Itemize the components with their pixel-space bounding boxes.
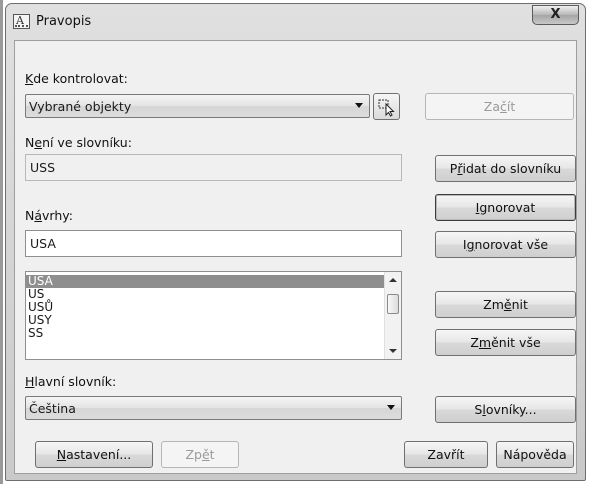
list-scrollbar[interactable] <box>384 272 401 359</box>
main-dictionary-value: Čeština <box>29 400 76 416</box>
scroll-thumb[interactable] <box>387 294 399 314</box>
ignore-button[interactable]: Ignorovat <box>435 194 576 221</box>
chevron-down-icon <box>387 405 395 410</box>
list-item[interactable]: US <box>26 288 401 301</box>
close-window-button[interactable]: X <box>532 5 579 25</box>
not-in-dictionary-label: Není ve slovníku: <box>25 135 132 150</box>
spelling-dialog: A Pravopis X Kde kontrolovat: Vybrané ob… <box>5 3 586 481</box>
list-item[interactable]: USŮ <box>26 301 401 314</box>
list-item[interactable]: USA <box>26 275 401 288</box>
check-where-select[interactable]: Vybrané objekty <box>25 94 370 118</box>
help-button[interactable]: Nápověda <box>496 441 574 468</box>
not-in-dictionary-value: USS <box>30 160 56 175</box>
suggestion-input[interactable]: USA <box>25 230 402 257</box>
background-window-edge <box>0 0 3 484</box>
select-objects-button[interactable] <box>373 93 400 120</box>
suggestion-input-value: USA <box>30 236 56 251</box>
dictionaries-button[interactable]: Sl ovníky... <box>435 396 576 423</box>
main-dictionary-label: Hlavní slovník: <box>25 374 117 389</box>
close-button[interactable]: Zavřít <box>404 441 488 468</box>
undo-button[interactable]: Zp ě t <box>161 441 239 468</box>
change-all-button[interactable]: Zm ěnit vše <box>435 329 576 356</box>
main-dictionary-select[interactable]: Čeština <box>25 396 402 420</box>
add-to-dictionary-button[interactable]: Př idat do slovníku <box>435 155 576 182</box>
list-item[interactable]: SS <box>26 327 401 340</box>
ignore-all-button[interactable]: Ig norovat vše <box>435 231 576 258</box>
spell-check-icon: A <box>13 14 30 29</box>
scroll-down-icon[interactable] <box>389 349 397 353</box>
close-icon: X <box>550 7 561 22</box>
list-item[interactable]: USY <box>26 314 401 327</box>
dialog-title: Pravopis <box>36 14 92 29</box>
dialog-body: Kde kontrolovat: Vybrané objekty Za č ít N… <box>14 40 577 474</box>
check-where-label: Kde kontrolovat: <box>25 71 128 86</box>
title-bar[interactable]: A Pravopis X <box>6 4 585 40</box>
start-button[interactable]: Za č ít <box>425 93 574 120</box>
scroll-up-icon[interactable] <box>389 278 397 282</box>
suggestions-label: Návrhy: <box>25 208 73 223</box>
settings-button[interactable]: Nastavení... <box>35 441 153 468</box>
suggestions-list[interactable]: USA US USŮ USY SS <box>25 271 402 360</box>
select-objects-icon <box>378 99 395 117</box>
chevron-down-icon <box>355 103 363 108</box>
change-button[interactable]: Zm ě nit <box>435 291 576 318</box>
not-in-dictionary-field: USS <box>25 154 402 181</box>
check-where-value: Vybrané objekty <box>29 98 132 114</box>
